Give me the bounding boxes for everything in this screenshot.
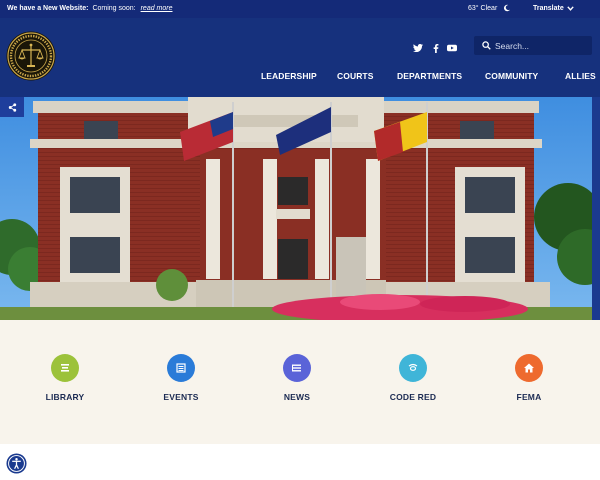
news-icon xyxy=(283,354,311,382)
search-icon xyxy=(482,41,491,50)
home-icon xyxy=(515,354,543,382)
quick-link-label: FEMA xyxy=(516,392,542,402)
translate-button[interactable]: Translate xyxy=(533,5,574,12)
quick-link-fema[interactable]: FEMA xyxy=(484,354,574,414)
site-header: LEADERSHIP COURTS DEPARTMENTS COMMUNITY … xyxy=(0,18,600,97)
weather-condition: Clear xyxy=(480,5,498,12)
alert-signal-icon xyxy=(399,354,427,382)
quick-link-label: EVENTS xyxy=(163,392,199,402)
share-icon xyxy=(8,102,16,112)
quick-links: LIBRARY EVENTS NEWS CODE RED FEMA xyxy=(0,320,600,444)
twitter-icon[interactable] xyxy=(412,42,424,54)
quick-link-news[interactable]: NEWS xyxy=(252,354,342,414)
quick-link-label: NEWS xyxy=(283,392,311,402)
translate-label: Translate xyxy=(533,5,564,12)
site-alert: We have a New Website: Coming soon: read … xyxy=(7,5,173,12)
quick-link-library[interactable]: LIBRARY xyxy=(20,354,110,414)
search-box[interactable] xyxy=(474,36,592,55)
hero-edge-stripe xyxy=(592,97,600,320)
share-button[interactable] xyxy=(0,97,24,117)
library-icon xyxy=(51,354,79,382)
nav-departments[interactable]: DEPARTMENTS xyxy=(397,71,462,81)
chevron-down-icon xyxy=(567,6,574,11)
quick-link-events[interactable]: EVENTS xyxy=(136,354,226,414)
read-more-link[interactable]: read more xyxy=(141,5,173,12)
page: We have a New Website: Coming soon: read … xyxy=(0,0,600,480)
search-input[interactable] xyxy=(495,38,587,53)
quick-link-label: CODE RED xyxy=(389,392,437,402)
county-seal-logo[interactable] xyxy=(6,31,56,81)
accessibility-icon[interactable] xyxy=(6,453,27,474)
weather-readout: 63° Clear xyxy=(468,5,497,12)
youtube-icon[interactable] xyxy=(446,42,458,54)
moon-icon xyxy=(503,4,511,12)
quick-link-label: LIBRARY xyxy=(45,392,85,402)
top-alert-bar: We have a New Website: Coming soon: read … xyxy=(0,0,600,18)
facebook-icon[interactable] xyxy=(430,42,442,54)
alert-text: Coming soon: xyxy=(92,5,136,12)
hero-courthouse-image xyxy=(0,97,600,320)
alert-headline: We have a New Website: xyxy=(7,5,89,12)
weather-temperature: 63° xyxy=(468,5,479,12)
nav-allies[interactable]: ALLIES xyxy=(565,71,596,81)
nav-leadership[interactable]: LEADERSHIP xyxy=(261,71,317,81)
calendar-list-icon xyxy=(167,354,195,382)
nav-community[interactable]: COMMUNITY xyxy=(485,71,538,81)
quick-link-code-red[interactable]: CODE RED xyxy=(368,354,458,414)
nav-courts[interactable]: COURTS xyxy=(337,71,374,81)
